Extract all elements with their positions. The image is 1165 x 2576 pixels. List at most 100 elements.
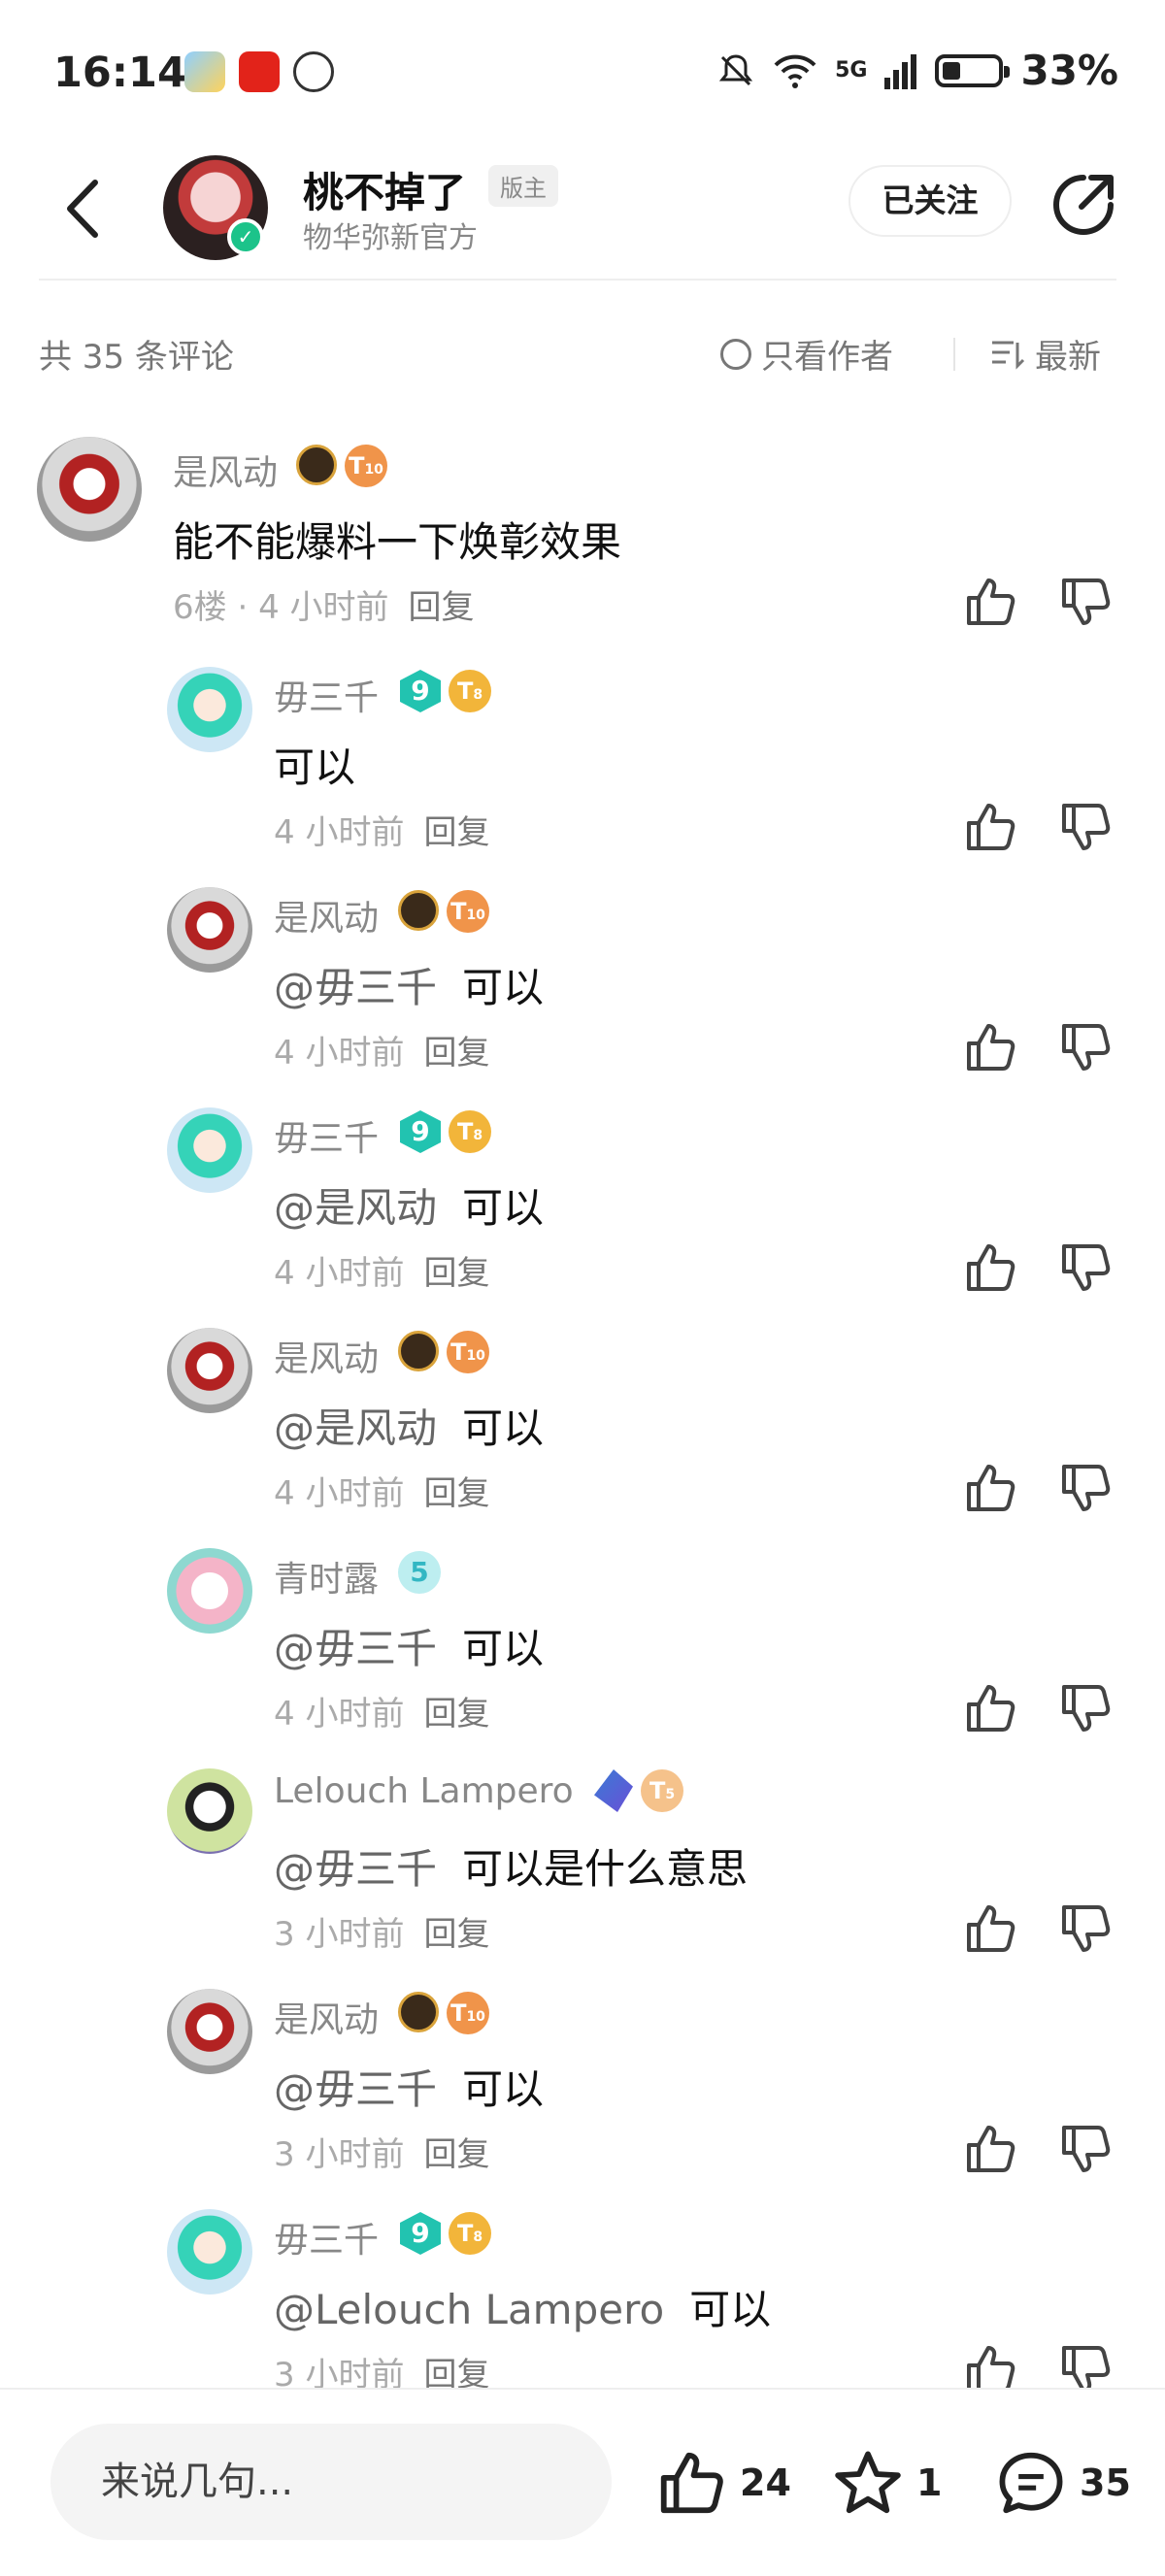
thumbs-down-icon[interactable] (1058, 1901, 1113, 1956)
comment-time: 3 小时前 (274, 2135, 405, 2174)
moderator-badge: 版主 (488, 165, 558, 207)
user-badges: T10 (398, 1331, 489, 1373)
tier-badge: 9 (400, 2212, 441, 2255)
comment-meta: 3 小时前 回复 (274, 2128, 489, 2175)
like-action[interactable]: 24 (656, 2448, 791, 2518)
level-badge: T10 (447, 890, 489, 933)
game-badge-icon (398, 1331, 439, 1371)
level-badge: T10 (447, 1331, 489, 1373)
commenter-name[interactable]: 毋三千 (274, 1110, 379, 1161)
commenter-name[interactable]: 是风动 (173, 445, 278, 495)
sort-toggle[interactable]: 最新 (990, 330, 1101, 378)
comment-time: 4 小时前 (274, 1695, 405, 1734)
reply-button[interactable]: 回复 (409, 588, 475, 627)
commenter-name[interactable]: 毋三千 (274, 2212, 379, 2262)
reply-button[interactable]: 回复 (423, 813, 489, 852)
user-badges: 9 T8 (400, 1110, 491, 1153)
commenter-avatar[interactable] (167, 1548, 252, 1634)
commenter-name[interactable]: 是风动 (274, 890, 379, 941)
reply-button[interactable]: 回复 (423, 1254, 489, 1293)
network-type: 5G (835, 58, 868, 83)
comment-meta: 4 小时前 回复 (274, 1026, 489, 1073)
user-badges: 9 T8 (400, 670, 491, 712)
verified-check-icon: ✓ (227, 218, 264, 255)
reply-button[interactable]: 回复 (423, 1695, 489, 1734)
thumbs-up-icon[interactable] (963, 800, 1017, 854)
mention-link[interactable]: @是风动 (274, 1404, 437, 1452)
mention-link[interactable]: @Lelouch Lampero (274, 2286, 664, 2333)
share-icon[interactable] (1048, 170, 1118, 240)
thumbs-up-icon[interactable] (963, 1461, 1017, 1515)
comment-text: 能不能爆料一下焕彰效果 (173, 518, 622, 566)
game-badge-icon (296, 445, 337, 485)
mention-link[interactable]: @毋三千 (274, 964, 437, 1011)
weather-app-icon (184, 51, 225, 92)
sort-label: 最新 (1035, 338, 1101, 377)
commenter-avatar[interactable] (167, 1328, 252, 1413)
mention-link[interactable]: @毋三千 (274, 2065, 437, 2113)
thumbs-up-icon[interactable] (963, 1020, 1017, 1074)
comment-meta: 4 小时前 回复 (274, 1467, 489, 1514)
comment-time: 4 小时前 (274, 1254, 405, 1293)
follow-button[interactable]: 已关注 (849, 165, 1012, 237)
thumbs-down-icon[interactable] (1058, 1461, 1113, 1515)
level-badge: T8 (449, 1110, 491, 1153)
radio-circle-icon (720, 338, 751, 370)
thumbs-down-icon[interactable] (1058, 575, 1113, 629)
status-time: 16:14 (53, 49, 186, 97)
music-app-icon (239, 51, 280, 92)
commenter-avatar[interactable] (167, 667, 252, 752)
commenter-name[interactable]: 青时露 (274, 1551, 379, 1602)
mention-link[interactable]: @毋三千 (274, 1845, 437, 1893)
thumbs-down-icon[interactable] (1058, 2122, 1113, 2176)
user-badges: T10 (296, 445, 387, 487)
commenter-avatar[interactable] (167, 1107, 252, 1193)
mention-link[interactable]: @是风动 (274, 1184, 437, 1232)
wifi-icon (774, 54, 816, 88)
author-subtitle: 物华弥新官方 (303, 221, 478, 255)
thumbs-up-icon[interactable] (963, 575, 1017, 629)
comment-input[interactable]: 来说几句... (50, 2424, 612, 2540)
crystal-badge-icon (594, 1769, 633, 1812)
like-count: 24 (740, 2461, 791, 2504)
commenter-avatar[interactable] (167, 2209, 252, 2295)
comment-meta: 3 小时前 回复 (274, 1907, 489, 1955)
thumbs-down-icon[interactable] (1058, 1240, 1113, 1295)
comment-count: 共 35 条评论 (39, 338, 234, 377)
mention-link[interactable]: @毋三千 (274, 1625, 437, 1672)
commenter-name[interactable]: 毋三千 (274, 670, 379, 720)
thumbs-down-icon[interactable] (1058, 1020, 1113, 1074)
thumbs-up-icon[interactable] (963, 1901, 1017, 1956)
level-badge: T10 (447, 1992, 489, 2034)
thumbs-up-icon[interactable] (963, 1240, 1017, 1295)
reply-button[interactable]: 回复 (423, 1034, 489, 1073)
reply-button[interactable]: 回复 (423, 2135, 489, 2174)
floor-label: 6楼 · (173, 588, 259, 627)
commenter-name[interactable]: 是风动 (274, 1331, 379, 1381)
level-badge: T8 (449, 670, 491, 712)
commenter-avatar[interactable] (167, 1989, 252, 2074)
reply-button[interactable]: 回复 (423, 1915, 489, 1954)
user-badges: T5 (594, 1769, 683, 1812)
commenter-avatar[interactable] (167, 887, 252, 973)
commenter-avatar[interactable] (37, 437, 142, 542)
thumbs-down-icon[interactable] (1058, 1681, 1113, 1735)
only-author-toggle[interactable]: 只看作者 (720, 330, 893, 378)
favorite-action[interactable]: 1 (833, 2448, 942, 2518)
commenter-avatar[interactable] (167, 1768, 252, 1854)
comment-text: @毋三千 可以 (274, 1625, 545, 1672)
thumbs-up-icon[interactable] (963, 1681, 1017, 1735)
commenter-name[interactable]: Lelouch Lampero (274, 1771, 574, 1811)
commenter-name[interactable]: 是风动 (274, 1992, 379, 2042)
back-arrow-icon[interactable] (58, 175, 107, 243)
comment-meta: 6楼 · 4 小时前 回复 (173, 580, 475, 628)
author-name[interactable]: 桃不掉了 (303, 160, 466, 219)
thread-header: ✓ 桃不掉了 版主 物华弥新官方 已关注 (0, 146, 1165, 277)
thumbs-down-icon[interactable] (1058, 800, 1113, 854)
comments-action[interactable]: 35 (996, 2448, 1131, 2518)
game-badge-icon (398, 1992, 439, 2032)
comment-bubble-icon (999, 2452, 1063, 2514)
thumbs-up-icon[interactable] (963, 2122, 1017, 2176)
reply-button[interactable]: 回复 (423, 1474, 489, 1513)
notification-icons (184, 51, 334, 92)
